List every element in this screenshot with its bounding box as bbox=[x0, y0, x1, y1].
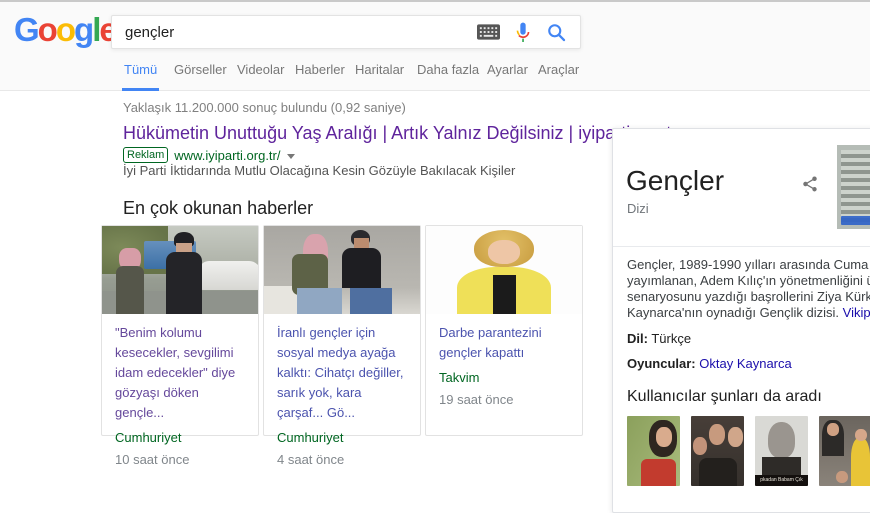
news-card-time: 10 saat önce bbox=[115, 452, 245, 467]
ad-title-link[interactable]: Hükümetin Unuttuğu Yaş Aralığı | Artık Y… bbox=[123, 123, 677, 144]
news-image-roadside-couple[interactable] bbox=[102, 226, 258, 314]
search-header: Google gençler Tümü Görseller Videolar H… bbox=[0, 2, 870, 91]
art-shape bbox=[768, 422, 796, 458]
ad-description: İyi Parti İktidarında Mutlu Olacağına Ke… bbox=[123, 163, 515, 178]
news-card-time: 4 saat önce bbox=[277, 452, 407, 467]
description-line: yayımlanan, Adem Kılıç'ın yönetmenliğini… bbox=[627, 273, 870, 289]
news-card-source: Cumhuriyet bbox=[115, 430, 245, 445]
art-shape bbox=[762, 457, 800, 477]
related-searches-thumbnails: pkadan Babam Çık bbox=[627, 416, 870, 486]
knowledge-panel-body: Gençler, 1989-1990 yılları arasında Cuma… bbox=[613, 247, 870, 486]
share-icon[interactable] bbox=[801, 175, 819, 198]
tab-tumu[interactable]: Tümü bbox=[124, 60, 157, 91]
logo-letter: G bbox=[14, 11, 38, 48]
art-shape bbox=[699, 458, 736, 486]
news-card-title[interactable]: "Benim kolumu kesecekler, sevgilimi idam… bbox=[115, 323, 245, 423]
fact-label: Oyuncular: bbox=[627, 356, 696, 371]
news-section-heading: En çok okunan haberler bbox=[123, 198, 313, 219]
keyboard-icon[interactable] bbox=[477, 24, 500, 40]
art-shape bbox=[693, 437, 707, 455]
related-thumbnail[interactable] bbox=[627, 416, 680, 486]
poster-caption: pkadan Babam Çık bbox=[755, 475, 808, 486]
knowledge-panel-header: Gençler Dizi bbox=[613, 129, 870, 247]
art-shape bbox=[709, 424, 725, 445]
art-shape bbox=[728, 427, 743, 447]
news-card: "Benim kolumu kesecekler, sevgilimi idam… bbox=[101, 225, 259, 436]
art-shape bbox=[350, 288, 392, 314]
art-shape bbox=[841, 150, 870, 222]
art-shape bbox=[841, 216, 870, 225]
knowledge-panel: Gençler Dizi Gençler, 1989-1990 yılları … bbox=[612, 128, 870, 513]
related-thumbnail-movie-poster[interactable]: pkadan Babam Çık bbox=[755, 416, 808, 486]
art-shape bbox=[199, 261, 258, 290]
news-card: İranlı gençler için sosyal medya ayağa k… bbox=[263, 225, 421, 436]
news-card-time: 19 saat önce bbox=[439, 392, 569, 407]
result-stats: Yaklaşık 11.200.000 sonuç bulundu (0,92 … bbox=[123, 100, 406, 115]
news-card-body: İranlı gençler için sosyal medya ayağa k… bbox=[264, 314, 420, 467]
fact-row-cast: Oyuncular: Oktay Kaynarca bbox=[627, 356, 870, 371]
logo-letter: g bbox=[74, 11, 92, 48]
wikipedia-link[interactable]: Vikipedi bbox=[843, 305, 870, 320]
search-box-icons bbox=[477, 21, 580, 43]
description-line: Gençler, 1989-1990 yılları arasında Cuma… bbox=[627, 257, 870, 273]
art-shape bbox=[297, 288, 342, 314]
ad-url: www.iyiparti.org.tr/ bbox=[174, 148, 280, 163]
logo-letter: o bbox=[38, 11, 56, 48]
tab-gorseller[interactable]: Görseller bbox=[174, 60, 227, 91]
news-cards: "Benim kolumu kesecekler, sevgilimi idam… bbox=[101, 225, 583, 436]
description-line: senaryosunu yazdığı başrollerini Ziya Kü… bbox=[627, 289, 870, 305]
description-line: Kaynarca'nın oynadığı Gençlik dizisi. Vi… bbox=[627, 305, 870, 321]
art-shape bbox=[855, 429, 867, 442]
news-card-source: Takvim bbox=[439, 370, 569, 385]
art-shape bbox=[836, 471, 848, 484]
news-card-body: Darbe parantezini gençler kapattı Takvim… bbox=[426, 314, 582, 407]
news-image-seated-couple[interactable] bbox=[264, 226, 420, 314]
ad-url-row: Reklam www.iyiparti.org.tr/ bbox=[123, 147, 295, 163]
news-card-title[interactable]: İranlı gençler için sosyal medya ayağa k… bbox=[277, 323, 407, 423]
art-shape bbox=[342, 248, 381, 288]
tab-videolar[interactable]: Videolar bbox=[237, 60, 284, 91]
news-card-title[interactable]: Darbe parantezini gençler kapattı bbox=[439, 323, 569, 363]
tab-haritalar[interactable]: Haritalar bbox=[355, 60, 404, 91]
mic-icon[interactable] bbox=[515, 21, 531, 43]
google-serp-page: { "colors": { "brand_blue": "#4285f4", "… bbox=[0, 0, 870, 442]
art-shape bbox=[116, 266, 144, 314]
news-card-source: Cumhuriyet bbox=[277, 430, 407, 445]
related-searches-heading: Kullanıcılar şunları da aradı bbox=[627, 388, 870, 406]
art-shape bbox=[641, 459, 676, 486]
cast-member-link[interactable]: Oktay Kaynarca bbox=[699, 356, 792, 371]
chevron-down-icon[interactable] bbox=[287, 154, 295, 159]
search-icon[interactable] bbox=[546, 22, 567, 43]
art-shape bbox=[851, 438, 870, 486]
news-card-body: "Benim kolumu kesecekler, sevgilimi idam… bbox=[102, 314, 258, 467]
related-thumbnail[interactable] bbox=[691, 416, 744, 486]
news-card: Darbe parantezini gençler kapattı Takvim… bbox=[425, 225, 583, 436]
entity-poster-image[interactable] bbox=[837, 145, 870, 229]
search-box[interactable]: gençler bbox=[111, 15, 581, 49]
tab-araclar[interactable]: Araçlar bbox=[538, 60, 579, 91]
related-thumbnail[interactable] bbox=[819, 416, 870, 486]
entity-description: Gençler, 1989-1990 yılları arasında Cuma… bbox=[627, 257, 870, 321]
art-shape bbox=[827, 423, 839, 436]
ad-badge: Reklam bbox=[123, 147, 168, 163]
search-input[interactable]: gençler bbox=[112, 24, 477, 41]
logo-letter: o bbox=[56, 11, 74, 48]
tab-daha-fazla[interactable]: Daha fazla bbox=[417, 60, 479, 91]
tab-haberler[interactable]: Haberler bbox=[295, 60, 345, 91]
tab-ayarlar[interactable]: Ayarlar bbox=[487, 60, 528, 91]
news-image-portrait-woman[interactable] bbox=[426, 226, 582, 314]
fact-row-language: Dil: Türkçe bbox=[627, 331, 870, 346]
google-logo[interactable]: Google bbox=[14, 11, 116, 49]
fact-label: Dil: bbox=[627, 331, 648, 346]
entity-subtitle: Dizi bbox=[627, 201, 649, 216]
art-shape bbox=[488, 240, 519, 264]
art-shape bbox=[656, 427, 672, 447]
fact-value: Türkçe bbox=[651, 331, 691, 346]
entity-title: Gençler bbox=[626, 165, 724, 197]
art-shape bbox=[166, 252, 202, 314]
art-shape bbox=[493, 275, 516, 314]
